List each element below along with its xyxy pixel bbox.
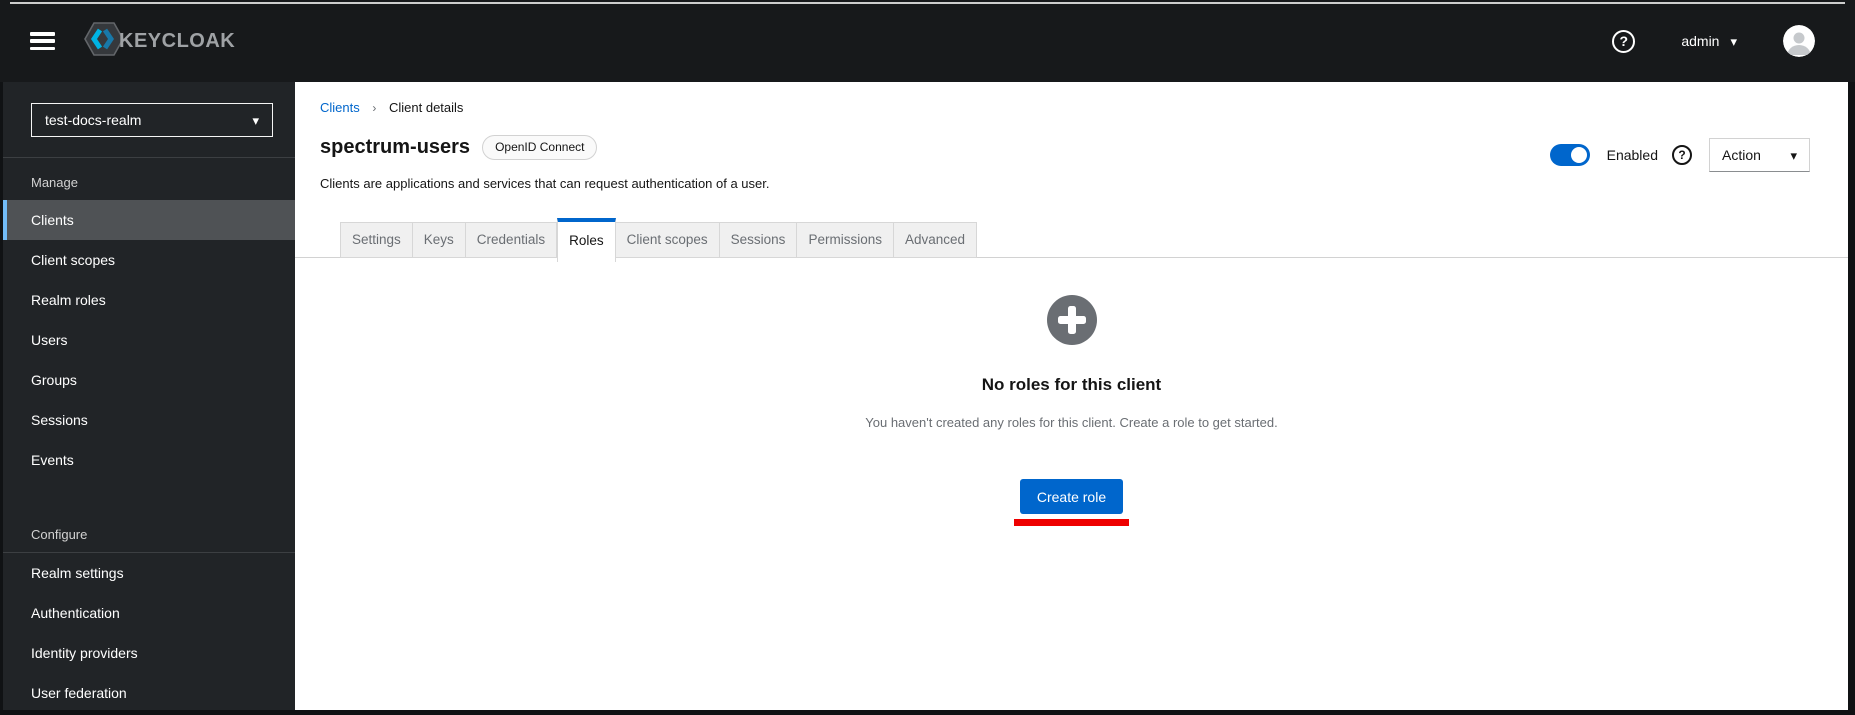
page-header: spectrum-users OpenID Connect xyxy=(320,135,598,160)
tab-keys[interactable]: Keys xyxy=(412,222,466,258)
breadcrumb-separator-icon: › xyxy=(372,101,377,115)
header-actions: Enabled Action xyxy=(1549,138,1810,172)
sidebar-item-sessions[interactable]: Sessions xyxy=(3,400,295,440)
toggle-knob xyxy=(1570,147,1587,163)
sidebar-item-client-scopes[interactable]: Client scopes xyxy=(3,240,295,280)
sidebar-item-groups[interactable]: Groups xyxy=(3,360,295,400)
tab-advanced[interactable]: Advanced xyxy=(893,222,978,258)
user-menu[interactable]: admin xyxy=(1681,33,1737,50)
empty-state: No roles for this client You haven't cre… xyxy=(295,295,1848,526)
sidebar-item-identity-providers[interactable]: Identity providers xyxy=(3,633,295,673)
sidebar-nav: Manage Clients Client scopes Realm roles Use… xyxy=(3,158,295,713)
protocol-badge: OpenID Connect xyxy=(482,135,598,160)
help-icon[interactable] xyxy=(1612,29,1636,53)
annotation-red-underline xyxy=(1014,519,1129,526)
breadcrumb-link-clients[interactable]: Clients xyxy=(320,100,360,115)
breadcrumb: Clients › Client details xyxy=(320,100,463,115)
page-subtitle: Clients are applications and services th… xyxy=(320,176,770,191)
nav-section-configure: Configure Realm settings Authentication Ide… xyxy=(3,510,295,713)
sidebar: test-docs-realm Manage ClientsClient scop… xyxy=(3,82,295,710)
chevron-down-icon xyxy=(1730,33,1737,50)
action-dropdown-label: Action xyxy=(1722,147,1761,163)
page-title: spectrum-users xyxy=(320,136,471,158)
tab-client-scopes[interactable]: Client scopes xyxy=(615,222,720,258)
sidebar-item-realm-roles[interactable]: Realm roles xyxy=(3,280,295,320)
nav-toggle-icon[interactable] xyxy=(30,32,55,50)
tabs: Settings Keys Credentials Roles Client scope… xyxy=(295,218,1848,262)
tab-roles[interactable]: Roles xyxy=(557,218,616,262)
help-icon-dark[interactable] xyxy=(1672,145,1692,165)
topbar-right: admin xyxy=(1612,25,1815,57)
sidebar-item-authentication[interactable]: Authentication xyxy=(3,593,295,633)
realm-selector-value: test-docs-realm xyxy=(45,112,142,128)
avatar[interactable] xyxy=(1783,25,1815,57)
enabled-label: Enabled xyxy=(1606,147,1658,163)
tab-sessions[interactable]: Sessions xyxy=(719,222,798,258)
plus-icon xyxy=(1046,295,1097,345)
nav-group-label-manage: Manage xyxy=(31,175,78,190)
realm-selector[interactable]: test-docs-realm xyxy=(31,103,273,137)
empty-state-title: No roles for this client xyxy=(981,375,1162,394)
create-role-button[interactable]: Create role xyxy=(1019,479,1124,514)
sidebar-item-events[interactable]: Events xyxy=(3,440,295,480)
window-top-highlight xyxy=(10,2,1845,4)
tabs-bar: Settings Keys Credentials Roles Client scope… xyxy=(295,218,1848,266)
sidebar-item-realm-settings[interactable]: Realm settings xyxy=(3,553,295,593)
action-dropdown[interactable]: Action xyxy=(1709,138,1810,172)
brand-text: KEYCLOAK xyxy=(119,29,236,52)
nav-section-manage: Manage Clients Client scopes Realm roles Use… xyxy=(3,158,295,480)
enabled-toggle[interactable] xyxy=(1549,144,1590,166)
nav-group-label-configure: Configure xyxy=(31,527,88,542)
sidebar-item-user-federation[interactable]: User federation xyxy=(3,673,295,713)
chevron-down-icon xyxy=(1790,147,1797,164)
topbar: KEYCLOAK admin xyxy=(0,0,1855,82)
tab-settings[interactable]: Settings xyxy=(340,222,413,258)
keycloak-logo[interactable]: KEYCLOAK xyxy=(83,21,235,62)
main-content: Clients › Client details spectrum-users … xyxy=(295,82,1848,710)
sidebar-item-users[interactable]: Users xyxy=(3,320,295,360)
empty-state-description: You haven't created any roles for this c… xyxy=(865,415,1278,430)
tab-permissions[interactable]: Permissions xyxy=(797,222,894,258)
sidebar-item-clients[interactable]: Clients xyxy=(3,200,295,240)
tab-credentials[interactable]: Credentials xyxy=(465,222,558,258)
username-label: admin xyxy=(1681,33,1720,49)
breadcrumb-current: Client details xyxy=(389,100,464,115)
chevron-down-icon xyxy=(252,112,259,129)
